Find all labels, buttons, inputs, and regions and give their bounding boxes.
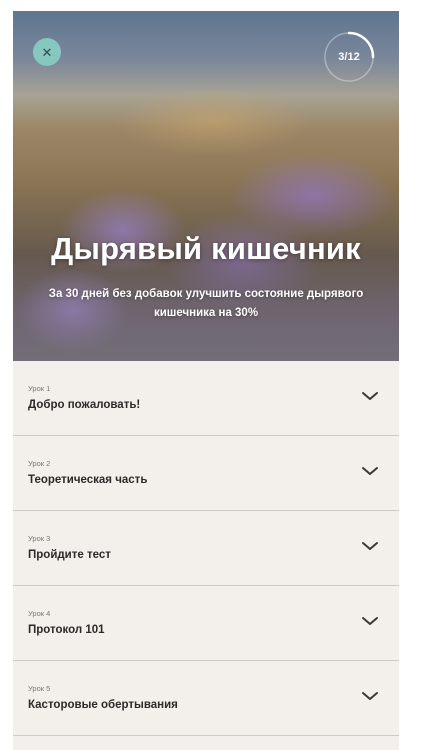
- lesson-item[interactable]: Урок 4 Протокол 101: [13, 586, 399, 661]
- chevron-down-icon[interactable]: [361, 615, 379, 627]
- close-icon: ✕: [41, 44, 53, 60]
- lesson-title: Добро пожаловать!: [28, 399, 141, 411]
- progress-label: 3/12: [338, 51, 360, 63]
- lesson-item[interactable]: Урок 5 Касторовые обертывания: [13, 661, 399, 736]
- lesson-title: Пройдите тест: [28, 549, 111, 561]
- lesson-item[interactable]: Урок 1 Добро пожаловать!: [13, 361, 399, 436]
- lesson-number: Урок 1: [28, 384, 51, 393]
- lesson-title: Теоретическая часть: [28, 474, 148, 486]
- lesson-item[interactable]: Урок 2 Теоретическая часть: [13, 436, 399, 511]
- chevron-down-icon[interactable]: [361, 390, 379, 402]
- lesson-list: Урок 1 Добро пожаловать! Урок 2 Теоретич…: [13, 361, 399, 736]
- lesson-item[interactable]: Урок 3 Пройдите тест: [13, 511, 399, 586]
- lesson-title: Касторовые обертывания: [28, 699, 178, 711]
- chevron-down-icon[interactable]: [361, 465, 379, 477]
- lesson-number: Урок 4: [28, 609, 51, 618]
- course-header-image: ✕ 3/12 Дырявый кишечник За 30 дней без д…: [13, 11, 399, 361]
- chevron-down-icon[interactable]: [361, 690, 379, 702]
- course-screen: ✕ 3/12 Дырявый кишечник За 30 дней без д…: [13, 11, 399, 750]
- lesson-number: Урок 5: [28, 684, 51, 693]
- lesson-number: Урок 3: [28, 534, 51, 543]
- course-subtitle: За 30 дней без добавок улучшить состояни…: [48, 288, 364, 319]
- course-title: Дырявый кишечник: [51, 231, 361, 266]
- lesson-title: Протокол 101: [28, 624, 105, 636]
- lesson-number: Урок 2: [28, 459, 51, 468]
- progress-indicator: 3/12: [321, 29, 377, 85]
- close-button[interactable]: ✕: [33, 38, 61, 66]
- chevron-down-icon[interactable]: [361, 540, 379, 552]
